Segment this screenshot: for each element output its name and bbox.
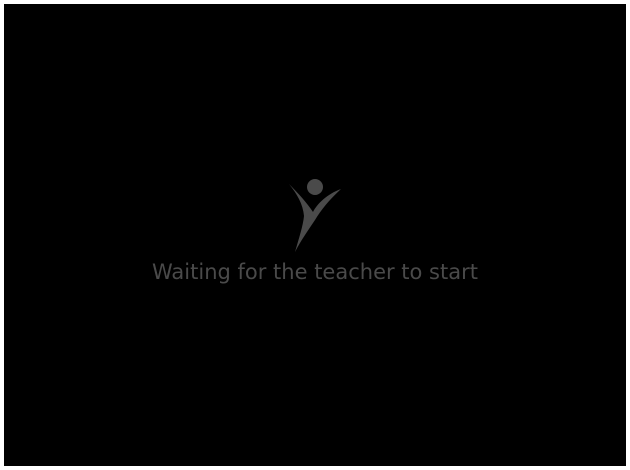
waiting-content: Waiting for the teacher to start (4, 176, 626, 284)
person-arms-raised-icon (289, 179, 341, 252)
status-text: Waiting for the teacher to start (152, 260, 478, 284)
waiting-screen: Waiting for the teacher to start (4, 4, 626, 466)
